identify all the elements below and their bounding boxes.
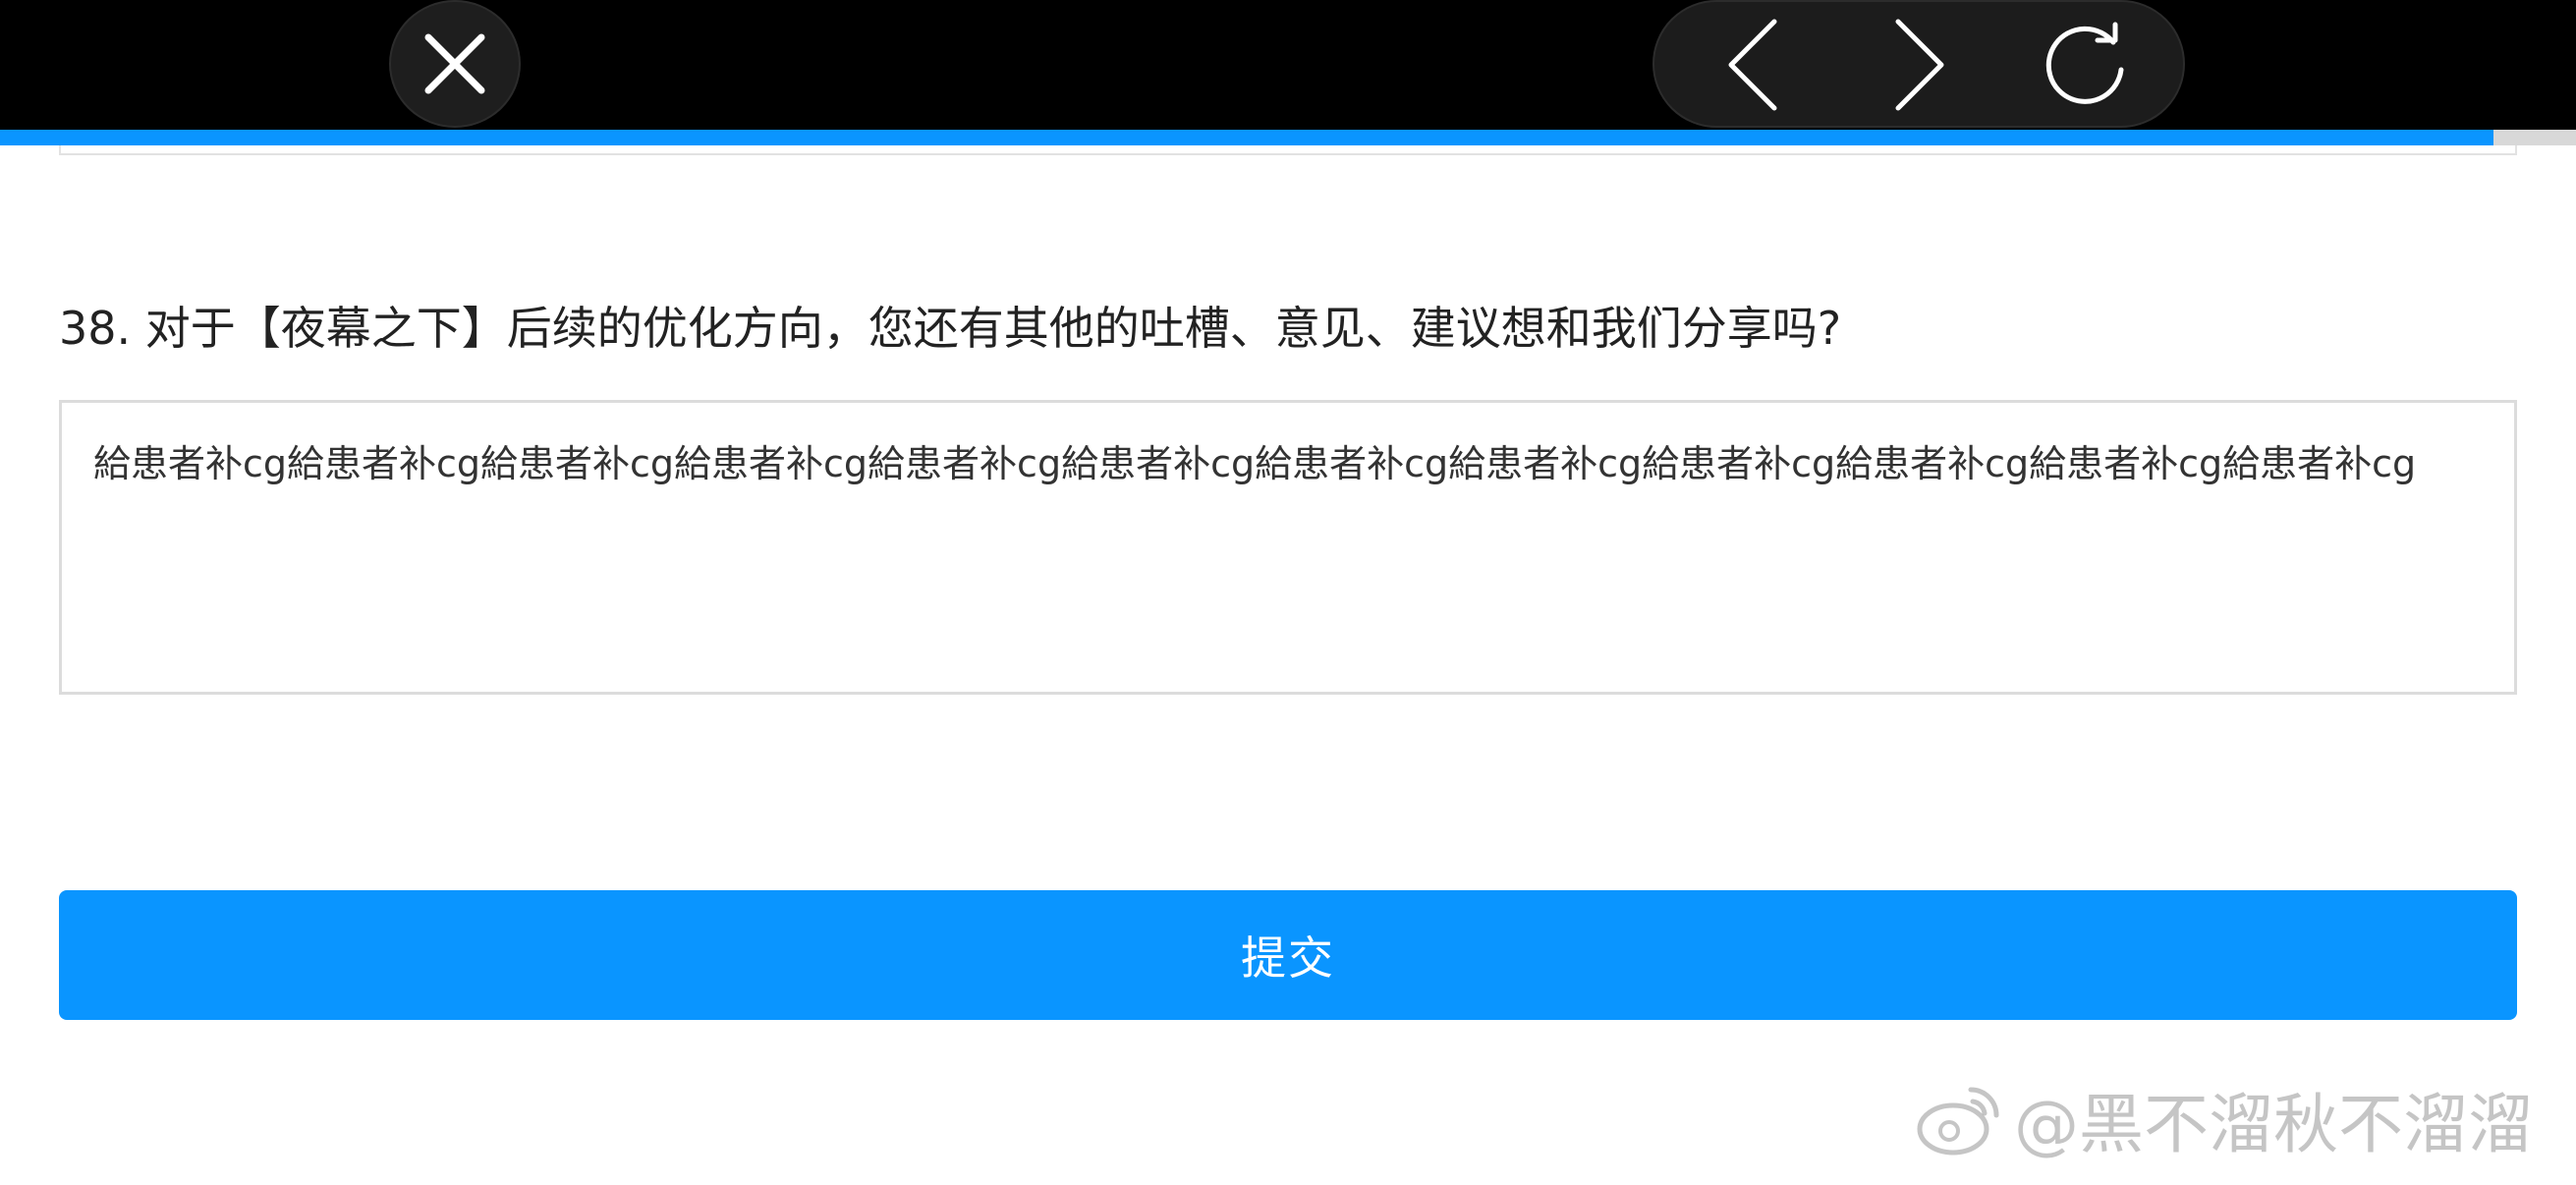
- weibo-logo-icon: [1917, 1087, 1999, 1156]
- forward-button[interactable]: [1871, 16, 1969, 114]
- chevron-left-icon: [1728, 19, 1777, 111]
- answer-textarea[interactable]: 給患者补cg給患者补cg給患者补cg給患者补cg給患者补cg給患者补cg給患者补…: [59, 400, 2517, 695]
- chevron-right-icon: [1895, 19, 1944, 111]
- submit-button[interactable]: 提交: [59, 890, 2517, 1020]
- close-button[interactable]: [389, 0, 521, 128]
- reload-icon: [2045, 22, 2124, 104]
- browser-toolbar: [0, 0, 2576, 130]
- close-icon: [424, 33, 485, 94]
- progress-fill: [0, 130, 2494, 145]
- reload-button[interactable]: [2038, 16, 2136, 114]
- page: 38. 对于【夜幕之下】后续的优化方向，您还有其他的吐槽、意见、建议想和我们分享…: [0, 0, 2576, 1185]
- watermark-text: @黑不溜秋不溜溜: [2014, 1087, 2533, 1162]
- previous-answer-box-edge: [59, 145, 2517, 155]
- watermark: @黑不溜秋不溜溜: [1914, 1075, 2533, 1163]
- back-button[interactable]: [1704, 16, 1802, 114]
- question-title: 38. 对于【夜幕之下】后续的优化方向，您还有其他的吐槽、意见、建议想和我们分享…: [59, 302, 1842, 355]
- page-load-progress: [0, 130, 2576, 145]
- navigation-controls: [1652, 0, 2185, 128]
